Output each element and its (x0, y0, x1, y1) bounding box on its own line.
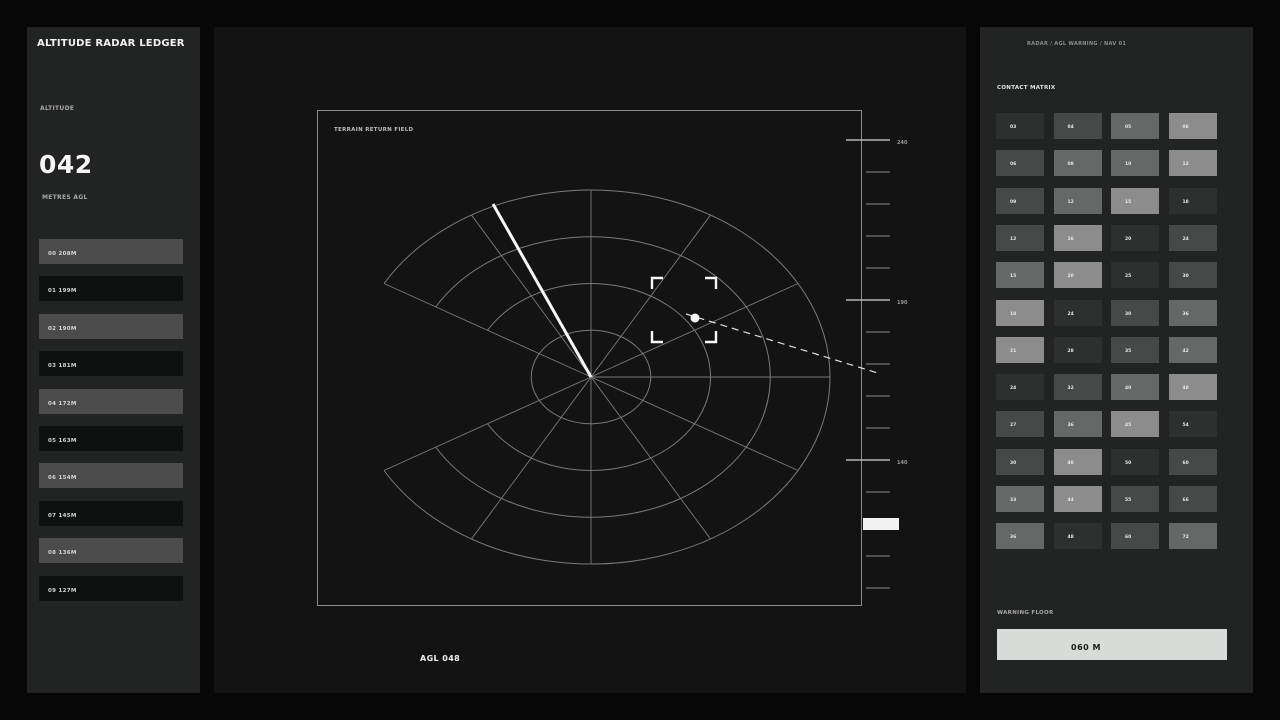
altitude-unit: METRES AGL (42, 194, 88, 201)
left-panel: ALTITUDE RADAR LEDGER ALTITUDE 042 METRE… (27, 27, 200, 693)
altitude-ledger-row[interactable]: 02 190M (39, 313, 183, 339)
contact-matrix-cell[interactable]: 32 (1053, 374, 1102, 401)
contact-matrix-cell[interactable]: 15 (1111, 187, 1159, 214)
contact-matrix-cell[interactable]: 27 (996, 411, 1044, 438)
radar-display: 240 190 140 (383, 139, 908, 589)
reticle-corner (705, 331, 718, 344)
bearing-spoke (590, 283, 799, 378)
contact-matrix-cell[interactable]: 05 (1111, 113, 1159, 139)
contact-matrix-cell[interactable]: 36 (1053, 411, 1102, 438)
altitude-ledger-list: 00 208M 01 199M 02 190M 03 181M 04 172M 05 16… (39, 239, 183, 613)
scale-label: 190 (897, 300, 908, 306)
breadcrumb: RADAR / AGL WARNING / NAV 01 (1027, 41, 1127, 47)
contact-matrix-cell[interactable]: 40 (1111, 374, 1159, 401)
right-panel: RADAR / AGL WARNING / NAV 01 CONTACT MAT… (980, 27, 1253, 693)
contact-matrix-cell[interactable]: 12 (1053, 187, 1102, 214)
contact-matrix-cell[interactable]: 08 (1053, 150, 1102, 177)
altitude-ledger-row[interactable]: 01 199M (39, 276, 183, 302)
contact-matrix-cell[interactable]: 18 (1168, 187, 1217, 214)
contact-matrix-cell[interactable]: 06 (996, 150, 1044, 177)
reticle-corner (705, 276, 718, 289)
altitude-ledger-row[interactable]: 03 181M (39, 351, 183, 377)
contact-matrix-cell[interactable]: 36 (996, 523, 1044, 550)
contact-matrix-cell[interactable]: 03 (996, 113, 1044, 139)
contact-matrix-cell[interactable]: 35 (1111, 336, 1159, 363)
sweep-line (491, 203, 593, 378)
warning-floor-value: 060 M (1071, 643, 1101, 652)
contact-matrix-cell[interactable]: 72 (1168, 523, 1217, 550)
altitude-ledger-row[interactable]: 00 208M (39, 239, 183, 264)
contact-matrix-cell[interactable]: 30 (1168, 262, 1217, 289)
contact-matrix-cell[interactable]: 28 (1053, 336, 1102, 363)
altitude-ledger-row[interactable]: 05 163M (39, 425, 183, 451)
agl-readout: AGL 048 (420, 654, 461, 663)
contact-matrix-cell[interactable]: 12 (996, 224, 1044, 251)
altitude-scale-labels: 240 190 140 (897, 140, 908, 466)
bearing-spokes (383, 190, 830, 564)
bearing-spoke (471, 376, 592, 540)
contact-matrix-cell[interactable]: 45 (1111, 411, 1159, 438)
scale-label: 140 (897, 460, 908, 466)
altitude-scale-marker (863, 518, 899, 530)
warning-floor-box[interactable]: 060 M (997, 629, 1227, 660)
contact-matrix-cell[interactable]: 33 (996, 486, 1044, 512)
contact-matrix-cell[interactable]: 24 (1053, 299, 1102, 326)
contact-matrix-cell[interactable]: 21 (996, 336, 1044, 363)
bearing-spoke (471, 214, 592, 378)
altitude-value: 042 (39, 150, 93, 179)
contact-matrix-cell[interactable]: 16 (1053, 224, 1102, 251)
scale-label: 240 (897, 140, 908, 146)
bearing-spoke (590, 214, 711, 378)
contact-track (685, 313, 882, 375)
contact-matrix-cell[interactable]: 20 (1053, 262, 1102, 289)
contact-matrix-cell[interactable]: 36 (1168, 299, 1217, 326)
bearing-spoke (383, 283, 592, 378)
warning-floor-label: WARNING FLOOR (997, 610, 1054, 616)
contact-matrix-cell[interactable]: 55 (1111, 486, 1159, 512)
altitude-ledger-row[interactable]: 06 154M (39, 463, 183, 489)
altitude-ledger-row[interactable]: 04 172M (39, 388, 183, 414)
contact-matrix-cell[interactable]: 42 (1168, 336, 1217, 363)
bearing-spoke (383, 376, 592, 471)
target-reticle (650, 276, 718, 344)
altitude-ledger-row[interactable]: 09 127M (39, 575, 183, 601)
contact-matrix-cell[interactable]: 50 (1111, 448, 1159, 475)
contact-matrix-cell[interactable]: 12 (1168, 150, 1217, 177)
contact-matrix-cell[interactable]: 30 (1111, 299, 1159, 326)
contact-matrix-cell[interactable]: 09 (996, 187, 1044, 214)
altitude-label: ALTITUDE (40, 105, 75, 112)
bearing-spoke (590, 376, 711, 540)
contact-matrix-cell[interactable]: 25 (1111, 262, 1159, 289)
contact-matrix-cell[interactable]: 60 (1111, 523, 1159, 550)
app-title: ALTITUDE RADAR LEDGER (37, 38, 185, 49)
contact-matrix-cell[interactable]: 24 (1168, 224, 1217, 251)
contact-matrix-cell[interactable]: 06 (1168, 113, 1217, 139)
contact-blip (690, 313, 700, 323)
contact-matrix-title: CONTACT MATRIX (997, 85, 1056, 91)
contact-matrix-cell[interactable]: 44 (1053, 486, 1102, 512)
contact-matrix-cell[interactable]: 54 (1168, 411, 1217, 438)
contact-matrix-cell[interactable]: 48 (1053, 523, 1102, 550)
contact-matrix-cell[interactable]: 60 (1168, 448, 1217, 475)
radar-panel: TERRAIN RETURN FIELD 240 190 140 AGL 048 (214, 27, 966, 693)
contact-matrix-cell[interactable]: 15 (996, 262, 1044, 289)
contact-matrix-cell[interactable]: 40 (1053, 448, 1102, 475)
bearing-spoke (590, 376, 799, 471)
contact-matrix-cell[interactable]: 04 (1053, 113, 1102, 139)
contact-matrix-cell[interactable]: 30 (996, 448, 1044, 475)
contact-matrix-cell[interactable]: 20 (1111, 224, 1159, 251)
contact-matrix-cell[interactable]: 24 (996, 374, 1044, 401)
reticle-corner (650, 331, 663, 344)
contact-matrix-cell[interactable]: 18 (996, 299, 1044, 326)
contact-matrix-cell[interactable]: 66 (1168, 486, 1217, 512)
contact-matrix-cell[interactable]: 10 (1111, 150, 1159, 177)
altitude-ledger-row[interactable]: 07 145M (39, 500, 183, 526)
contact-matrix-cell[interactable]: 48 (1168, 374, 1217, 401)
altitude-ledger-row[interactable]: 08 136M (39, 538, 183, 564)
